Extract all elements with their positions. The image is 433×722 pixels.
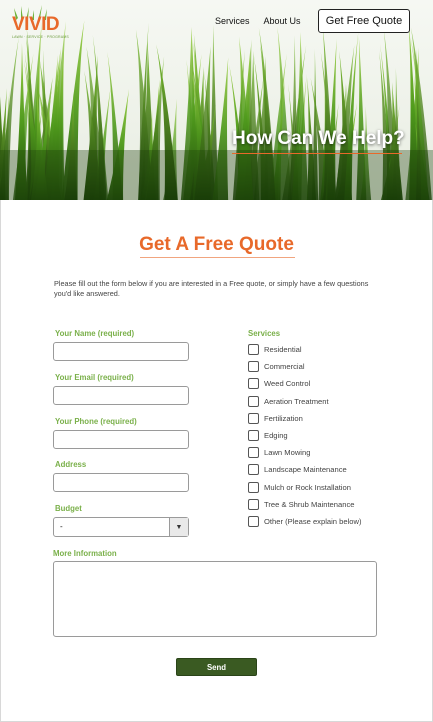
nav-link-about-us[interactable]: About Us: [264, 16, 301, 26]
service-option[interactable]: Residential: [248, 344, 302, 355]
service-checkbox[interactable]: [248, 395, 259, 407]
service-option[interactable]: Landscape Maintenance: [248, 464, 347, 476]
service-option[interactable]: Fertilization: [248, 412, 303, 424]
service-option[interactable]: Tree & Shrub Maintenance: [248, 498, 355, 510]
service-option-label: Mulch or Rock Installation: [264, 482, 351, 492]
service-option-label: Fertilization: [264, 413, 303, 423]
services-heading: Services: [248, 329, 281, 338]
main-nav: Services About Us: [215, 16, 315, 26]
service-checkbox[interactable]: [248, 481, 259, 493]
service-checkbox[interactable]: [248, 498, 259, 510]
service-option[interactable]: Other (Please explain below): [248, 516, 362, 527]
form-intro: Please fill out the form below if you ar…: [54, 279, 369, 298]
phone-input[interactable]: [53, 430, 189, 449]
service-option[interactable]: Aeration Treatment: [248, 395, 329, 407]
email-label: Your Email (required): [55, 373, 134, 382]
name-label: Your Name (required): [55, 329, 135, 338]
service-option-label: Tree & Shrub Maintenance: [264, 499, 355, 509]
service-option-label: Residential: [264, 345, 302, 354]
form-title-underline: [140, 257, 295, 258]
service-option[interactable]: Edging: [248, 430, 288, 441]
service-checkbox[interactable]: [248, 516, 259, 527]
hero-title-underline: [232, 153, 402, 154]
service-option-label: Commercial: [264, 362, 305, 372]
get-free-quote-button[interactable]: Get Free Quote: [318, 9, 410, 33]
phone-label: Your Phone (required): [55, 417, 137, 426]
service-checkbox[interactable]: [248, 378, 259, 390]
budget-label: Budget: [55, 504, 82, 513]
service-option-label: Edging: [264, 431, 288, 440]
send-button[interactable]: Send: [176, 658, 257, 676]
more-info-textarea[interactable]: [53, 561, 377, 637]
service-option-label: Weed Control: [264, 379, 311, 389]
email-input[interactable]: [53, 386, 189, 405]
budget-select[interactable]: - ▼: [53, 517, 189, 537]
budget-selected-value: -: [60, 522, 63, 531]
service-checkbox[interactable]: [248, 412, 259, 424]
more-info-label: More Information: [53, 549, 117, 558]
service-checkbox[interactable]: [248, 361, 259, 373]
service-option[interactable]: Mulch or Rock Installation: [248, 481, 351, 493]
service-option[interactable]: Weed Control: [248, 378, 311, 390]
service-checkbox[interactable]: [248, 344, 259, 355]
grass-shadow: [0, 150, 433, 200]
service-option-label: Landscape Maintenance: [264, 465, 347, 475]
vivid-logo[interactable]: VIVID LAWN · SERVICE · PROGRAMS: [10, 4, 69, 44]
chevron-down-icon[interactable]: ▼: [169, 518, 188, 536]
service-option[interactable]: Commercial: [248, 361, 305, 373]
service-option[interactable]: Lawn Mowing: [248, 447, 311, 459]
logo-wordmark: VIVID: [12, 14, 60, 35]
logo-tagline: LAWN · SERVICE · PROGRAMS: [12, 35, 69, 39]
address-input[interactable]: [53, 473, 189, 492]
service-option-label: Aeration Treatment: [264, 396, 329, 406]
service-option-label: Other (Please explain below): [264, 517, 362, 526]
nav-link-services[interactable]: Services: [215, 16, 250, 26]
address-label: Address: [55, 460, 87, 469]
service-checkbox[interactable]: [248, 430, 259, 441]
hero-header: VIVID LAWN · SERVICE · PROGRAMS Services…: [0, 0, 433, 200]
service-checkbox[interactable]: [248, 447, 259, 459]
form-title: Get A Free Quote: [139, 234, 294, 255]
service-option-label: Lawn Mowing: [264, 448, 311, 458]
hero-title: How Can We Help?: [232, 128, 405, 149]
name-input[interactable]: [53, 342, 189, 361]
service-checkbox[interactable]: [248, 464, 259, 476]
